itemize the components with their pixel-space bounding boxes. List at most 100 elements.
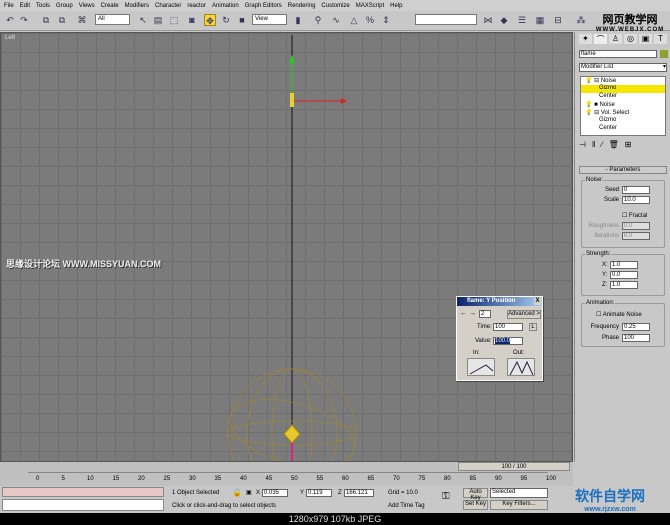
strength-x-input[interactable]: 1.0 <box>610 261 638 269</box>
lock-button[interactable]: L <box>529 323 537 331</box>
rectangle-selection-icon[interactable]: ⬚ <box>168 14 180 26</box>
animate-noise-checkbox[interactable]: ☐ Animate Noise <box>596 311 642 318</box>
stack-item[interactable]: Gizmo <box>581 117 665 125</box>
modifier-stack[interactable]: 💡 ⊟ Noise Gizmo Center 💡 ■ Noise 💡 ⊟ Vol… <box>580 76 666 136</box>
strength-y-input[interactable]: 0.0 <box>610 271 638 279</box>
selection-lock-icon[interactable]: 🔒 <box>232 488 242 497</box>
in-tangent-button[interactable] <box>467 358 495 376</box>
motion-tab-icon[interactable]: ◎ <box>624 34 637 44</box>
make-unique-icon[interactable]: ∕ <box>601 140 608 149</box>
link-icon[interactable]: ⧉ <box>40 14 52 26</box>
menu-item-customize[interactable]: Customize <box>321 3 349 9</box>
select-manipulate-icon[interactable]: ⚲ <box>312 14 324 26</box>
modifier-list-dropdown[interactable]: Modifier List ▾ <box>579 63 667 72</box>
y-coordinate-input[interactable]: 0.119 <box>306 489 332 497</box>
hierarchy-tab-icon[interactable]: ♙ <box>609 34 622 44</box>
stack-item[interactable]: 💡 ■ Noise <box>581 101 665 109</box>
spinner-snap-icon[interactable]: ⇕ <box>380 14 392 26</box>
value-input[interactable]: 100.0 <box>493 337 523 345</box>
auto-key-button[interactable]: Auto Key <box>463 488 488 501</box>
stack-item[interactable]: 💡 ⊟ Vol. Select <box>581 109 665 117</box>
angle-snap-icon[interactable]: △ <box>348 14 360 26</box>
menu-item-tools[interactable]: Tools <box>36 3 50 9</box>
undo-icon[interactable]: ↶ <box>4 14 16 26</box>
configure-modifier-sets-icon[interactable]: ⊞ <box>625 140 638 149</box>
fractal-checkbox[interactable]: ☐ Fractal <box>622 212 647 219</box>
material-editor-icon[interactable]: ⁂ <box>575 14 587 26</box>
snap-3d-icon[interactable]: ∿ <box>330 14 342 26</box>
bind-space-warp-icon[interactable]: ⌘ <box>76 14 88 26</box>
viewport-left[interactable]: Left 思缘设计论坛 WWW.MISSYUAN.COM <box>0 32 573 462</box>
menu-item-rendering[interactable]: Rendering <box>288 3 316 9</box>
menu-item-modifiers[interactable]: Modifiers <box>125 3 149 9</box>
key-filters-button[interactable]: Key Filters... <box>490 500 548 510</box>
prev-key-arrow-icon[interactable]: ← <box>460 310 467 317</box>
create-tab-icon[interactable]: ✦ <box>579 34 592 44</box>
select-icon[interactable]: ↖ <box>137 14 149 26</box>
redo-icon[interactable]: ↷ <box>18 14 30 26</box>
menu-item-file[interactable]: File <box>4 3 14 9</box>
menu-item-group[interactable]: Group <box>56 3 73 9</box>
x-coordinate-input[interactable]: 0.035 <box>262 489 288 497</box>
time-input[interactable]: 100 <box>493 323 523 331</box>
time-slider[interactable]: 100 / 100 <box>458 462 570 471</box>
strength-z-input[interactable]: 1.0 <box>610 281 638 289</box>
scale-input[interactable]: 10.0 <box>622 196 650 204</box>
set-key-button[interactable]: Set Key <box>463 500 488 510</box>
menu-item-reactor[interactable]: reactor <box>187 3 206 9</box>
add-time-tag[interactable]: Add Time Tag <box>388 503 425 509</box>
z-coordinate-input[interactable]: 166.121 <box>344 489 374 497</box>
frequency-input[interactable]: 0.25 <box>622 323 650 331</box>
menu-item-help[interactable]: Help <box>390 3 402 9</box>
track-bar[interactable]: 0 5 10 15 20 25 30 35 40 45 50 55 60 65 70 75 80 85 90 95 10… <box>28 472 556 486</box>
layer-manager-icon[interactable]: ☰ <box>516 14 528 26</box>
menu-item-create[interactable]: Create <box>101 3 119 9</box>
next-key-arrow-icon[interactable]: → <box>469 310 476 317</box>
scale-icon[interactable]: ■ <box>236 14 248 26</box>
maxscript-listener-mini[interactable] <box>2 487 164 497</box>
out-tangent-button[interactable] <box>507 358 535 376</box>
seed-input[interactable]: 0 <box>622 186 650 194</box>
schematic-view-icon[interactable]: ⊟ <box>552 14 564 26</box>
object-name-input[interactable]: flame <box>579 50 657 58</box>
remove-modifier-icon[interactable]: 🗑 <box>609 140 625 149</box>
pivot-center-icon[interactable]: ▮ <box>292 14 304 26</box>
show-end-result-icon[interactable]: ‖ <box>592 140 601 149</box>
key-mode-dropdown[interactable]: Selected <box>490 488 548 498</box>
phase-input[interactable]: 100 <box>622 334 650 342</box>
stack-item[interactable]: Center <box>581 93 665 101</box>
named-selection-set-dropdown[interactable] <box>415 14 477 25</box>
parameters-rollout-header[interactable]: - Parameters <box>579 166 667 174</box>
stack-item[interactable]: Center <box>581 125 665 133</box>
object-color-swatch[interactable] <box>660 50 668 58</box>
selection-filter-dropdown[interactable]: All <box>95 14 130 25</box>
curve-editor-icon[interactable]: ▦ <box>534 14 546 26</box>
rotate-icon[interactable]: ↻ <box>220 14 232 26</box>
move-icon[interactable]: ✥ <box>204 14 216 26</box>
percent-snap-icon[interactable]: % <box>364 14 376 26</box>
maxscript-input[interactable] <box>2 499 164 511</box>
advanced-button[interactable]: Advanced > <box>507 310 541 319</box>
set-key-icon[interactable]: ⚿ <box>442 491 450 502</box>
stack-item[interactable]: 💡 ⊟ Noise <box>581 77 665 85</box>
pin-stack-icon[interactable]: ⊣ <box>579 140 592 149</box>
modify-tab-icon[interactable]: ⌒ <box>594 34 607 44</box>
menu-item-graph-editors[interactable]: Graph Editors <box>245 3 282 9</box>
window-crossing-icon[interactable]: ◙ <box>186 14 198 26</box>
roughness-input[interactable]: 0.0 <box>622 222 650 230</box>
menu-item-maxscript[interactable]: MAXScript <box>356 3 384 9</box>
select-by-name-icon[interactable]: ▤ <box>152 14 164 26</box>
stack-item-selected[interactable]: Gizmo <box>581 85 665 93</box>
reference-coordinate-dropdown[interactable]: View <box>252 14 287 25</box>
menu-item-character[interactable]: Character <box>155 3 181 9</box>
display-tab-icon[interactable]: ▣ <box>639 34 652 44</box>
menu-item-animation[interactable]: Animation <box>212 3 239 9</box>
iterations-input[interactable]: 6.0 <box>622 232 650 240</box>
absolute-mode-icon[interactable]: ▣ <box>246 489 252 496</box>
mirror-icon[interactable]: ⋈ <box>482 14 494 26</box>
align-icon[interactable]: ◆ <box>498 14 510 26</box>
utilities-tab-icon[interactable]: T <box>654 34 667 44</box>
menu-item-edit[interactable]: Edit <box>20 3 30 9</box>
menu-item-views[interactable]: Views <box>79 3 95 9</box>
dialog-title-bar[interactable]: flame: Y Position X <box>457 297 542 306</box>
